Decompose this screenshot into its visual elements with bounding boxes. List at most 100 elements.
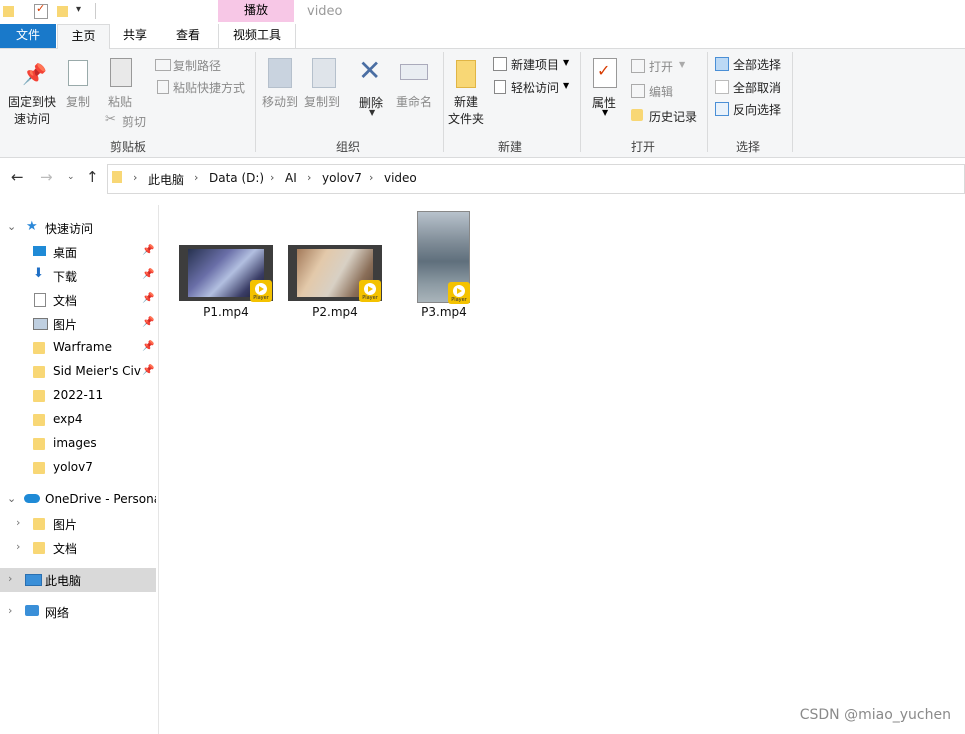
nav-item-desktop[interactable]: 桌面 📌 [0, 240, 156, 264]
nav-label: 文档 [53, 294, 78, 308]
move-to-button[interactable]: 移动到 [260, 58, 300, 118]
paste-shortcut-icon [157, 80, 169, 94]
back-arrow-icon[interactable]: ← [11, 168, 24, 186]
open-icon [631, 59, 645, 73]
player-badge-icon: Player [359, 280, 381, 302]
cut-button[interactable]: ✂ 剪切 [105, 112, 155, 129]
copy-to-icon [312, 58, 336, 88]
paste-shortcut-label: 粘贴快捷方式 [173, 81, 246, 95]
expand-chevron-icon[interactable]: › [16, 540, 20, 553]
nav-label: 下载 [53, 270, 78, 284]
nav-item-images[interactable]: images [0, 432, 156, 456]
properties-quick-icon[interactable]: ✓ [34, 2, 48, 19]
nav-onedrive-documents[interactable]: › 文档 [0, 536, 156, 560]
address-folder-icon [112, 171, 122, 183]
nav-quick-access[interactable]: ⌄ ★ 快速访问 [0, 216, 156, 240]
expand-chevron-icon[interactable]: › [8, 572, 12, 585]
pin-icon[interactable]: 📌 [142, 341, 154, 352]
breadcrumb-video[interactable]: video [384, 171, 417, 185]
rename-button[interactable]: 重命名 [395, 58, 435, 118]
breadcrumb-ai[interactable]: AI [285, 171, 297, 185]
copy-button[interactable]: 复制 [64, 58, 94, 114]
history-button[interactable]: 历史记录 [631, 108, 701, 124]
tab-video-tools[interactable]: 视频工具 [218, 24, 296, 48]
select-none-button[interactable]: 全部取消 [715, 79, 790, 95]
player-badge-icon: Player [448, 282, 470, 304]
paste-button[interactable]: 粘贴 [106, 58, 136, 114]
pin-icon[interactable]: 📌 [142, 293, 154, 304]
nav-item-pictures[interactable]: 图片 📌 [0, 312, 156, 336]
nav-network[interactable]: › 网络 [0, 600, 156, 624]
file-name: P2.mp4 [312, 305, 358, 319]
forward-arrow-icon[interactable]: → [40, 168, 53, 186]
invert-selection-label: 反向选择 [733, 103, 782, 117]
nav-this-pc[interactable]: › 此电脑 [0, 568, 156, 592]
open-button[interactable]: 打开 ▼ [631, 58, 701, 74]
folder-icon [33, 342, 45, 354]
nav-item-documents[interactable]: 文档 📌 [0, 288, 156, 312]
pin-icon[interactable]: 📌 [142, 245, 154, 256]
nav-item-civ[interactable]: Sid Meier's Civ 📌 [0, 360, 156, 384]
easy-access-button[interactable]: 轻松访问 ▼ [493, 79, 573, 95]
folder-icon [33, 518, 45, 530]
delete-x-icon: ✕ [358, 54, 382, 87]
nav-onedrive-pictures[interactable]: › 图片 [0, 512, 156, 536]
select-none-icon [715, 80, 729, 94]
nav-label: 桌面 [53, 246, 78, 260]
breadcrumb-data-d[interactable]: Data (D:) [209, 171, 264, 185]
paste-shortcut-button[interactable]: 粘贴快捷方式 [155, 79, 255, 95]
nav-item-yolov7[interactable]: yolov7 [0, 456, 156, 480]
easy-access-icon [494, 80, 506, 94]
breadcrumb-yolov7[interactable]: yolov7 [322, 171, 362, 185]
tab-file[interactable]: 文件 [0, 24, 56, 48]
breadcrumb-separator: › [194, 171, 199, 184]
properties-dropdown-arrow[interactable]: ▼ [602, 108, 608, 117]
expand-chevron-icon[interactable]: › [8, 604, 12, 617]
collapse-chevron-icon[interactable]: ⌄ [7, 220, 16, 233]
rename-label: 重命名 [396, 95, 433, 109]
delete-button[interactable]: ✕ 删除 ▼ [356, 54, 390, 118]
up-arrow-icon[interactable]: ↑ [86, 168, 99, 186]
copy-path-button[interactable]: 复制路径 [155, 57, 245, 73]
pin-icon[interactable]: 📌 [142, 317, 154, 328]
folder-icon [33, 438, 45, 450]
nav-label: 图片 [53, 518, 78, 532]
nav-item-warframe[interactable]: Warframe 📌 [0, 336, 156, 360]
copy-to-button[interactable]: 复制到 [302, 58, 342, 118]
select-all-button[interactable]: 全部选择 [715, 56, 790, 72]
breadcrumb-this-pc[interactable]: 此电脑 [148, 171, 184, 188]
new-item-button[interactable]: 新建项目 ▼ [493, 56, 573, 72]
new-folder-label-1: 新建 [454, 95, 479, 109]
pin-icon[interactable]: 📌 [142, 269, 154, 280]
folder-icon [33, 542, 45, 554]
copy-label: 复制 [66, 95, 91, 109]
customize-toolbar-icon[interactable]: ▾ [76, 4, 81, 15]
tab-view[interactable]: 查看 [165, 24, 211, 48]
pin-icon[interactable]: 📌 [142, 365, 154, 376]
nav-item-exp4[interactable]: exp4 [0, 408, 156, 432]
picture-icon [33, 318, 48, 330]
properties-button[interactable]: ✓ 属性 ▼ [588, 58, 622, 122]
pin-quick-access-button[interactable]: 📌 固定到快 速访问 [6, 58, 58, 128]
nav-onedrive[interactable]: ⌄ OneDrive - Persona [0, 488, 156, 512]
open-label: 打开 [649, 60, 674, 74]
breadcrumb-separator: › [270, 171, 275, 184]
expand-chevron-icon[interactable]: › [16, 516, 20, 529]
edit-button[interactable]: 编辑 [631, 83, 691, 99]
breadcrumb-separator: › [133, 171, 138, 184]
collapse-chevron-icon[interactable]: ⌄ [7, 492, 16, 505]
context-tab-header: 播放 [218, 0, 294, 22]
pin-label-2: 速访问 [14, 112, 51, 126]
new-group-label: 新建 [497, 140, 522, 154]
recent-locations-chevron-icon[interactable]: ⌄ [67, 172, 75, 182]
tab-home[interactable]: 主页 [57, 24, 110, 50]
tab-share[interactable]: 共享 [112, 24, 158, 48]
new-folder-quick-icon[interactable] [57, 6, 68, 17]
delete-dropdown-arrow[interactable]: ▼ [369, 108, 375, 117]
nav-item-downloads[interactable]: ⬇ 下载 📌 [0, 264, 156, 288]
invert-selection-button[interactable]: 反向选择 [715, 101, 790, 117]
nav-item-2022-11[interactable]: 2022-11 [0, 384, 156, 408]
rename-icon [400, 64, 428, 80]
history-icon [631, 109, 643, 121]
new-folder-button[interactable]: 新建 文件夹 [448, 58, 490, 128]
